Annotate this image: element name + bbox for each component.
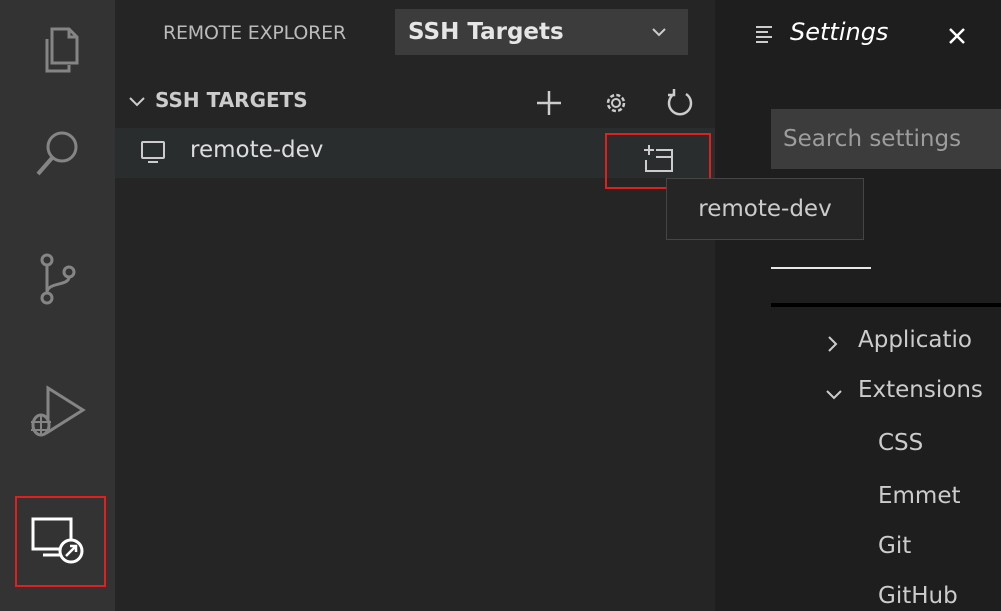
toc-label: GitHub [878, 583, 958, 609]
toc-label: CSS [878, 430, 924, 456]
add-icon[interactable] [531, 85, 567, 121]
sidebar-header: REMOTE EXPLORER SSH Targets [115, 0, 715, 70]
chevron-down-icon [649, 22, 669, 46]
gear-icon[interactable] [598, 85, 634, 121]
tab-settings[interactable]: Settings [715, 0, 1001, 70]
settings-file-icon [755, 25, 777, 47]
divider [771, 303, 1001, 307]
run-debug-icon [28, 382, 88, 442]
connect-new-window-icon [640, 144, 676, 178]
toc-item-applications[interactable]: Applicatio [715, 321, 1001, 361]
refresh-icon[interactable] [662, 85, 698, 121]
tooltip: remote-dev [666, 178, 864, 240]
activity-explorer-button[interactable] [0, 0, 115, 100]
toc-label: Emmet [878, 483, 961, 509]
toc-item-github[interactable]: GitHub [715, 577, 1001, 611]
remote-target-select[interactable]: SSH Targets [395, 9, 688, 55]
ssh-target-label: remote-dev [190, 137, 324, 163]
source-control-icon [36, 252, 80, 306]
settings-tab-underline [771, 267, 871, 269]
editor-tabbar: Settings [715, 0, 1001, 70]
toc-label: Git [878, 533, 912, 559]
section-title: SSH TARGETS [155, 88, 308, 112]
monitor-icon [140, 140, 166, 170]
settings-search-input[interactable]: Search settings [771, 109, 1001, 169]
toc-label: Applicatio [858, 327, 972, 353]
toc-item-git[interactable]: Git [715, 527, 1001, 567]
activity-search-button[interactable] [0, 104, 115, 204]
tab-label: Settings [790, 18, 889, 46]
activity-source-control-button[interactable] [0, 229, 115, 329]
toc-label: Extensions [858, 377, 983, 403]
toc-item-extensions[interactable]: Extensions [715, 371, 1001, 411]
activity-run-debug-button[interactable] [0, 362, 115, 462]
close-icon[interactable] [943, 22, 971, 50]
search-icon [33, 128, 83, 180]
explorer-icon [35, 25, 81, 75]
activity-remote-explorer-button[interactable] [0, 496, 115, 587]
target-select-value: SSH Targets [408, 19, 564, 45]
remote-explorer-sidebar: REMOTE EXPLORER SSH Targets SSH TARGETS [115, 0, 715, 611]
editor-area: Settings Search settings Applicatio Exte… [715, 0, 1001, 611]
sidebar-title: REMOTE EXPLORER [163, 22, 346, 44]
toc-item-css[interactable]: CSS [715, 424, 1001, 464]
activity-bar [0, 0, 115, 611]
remote-explorer-icon [29, 515, 87, 565]
chevron-down-icon [825, 383, 843, 409]
chevron-right-icon [825, 333, 841, 359]
chevron-down-icon [127, 93, 147, 115]
vscode-window: REMOTE EXPLORER SSH Targets SSH TARGETS [0, 0, 1001, 611]
ssh-targets-section-header[interactable]: SSH TARGETS [115, 77, 715, 127]
toc-item-emmet[interactable]: Emmet [715, 477, 1001, 517]
